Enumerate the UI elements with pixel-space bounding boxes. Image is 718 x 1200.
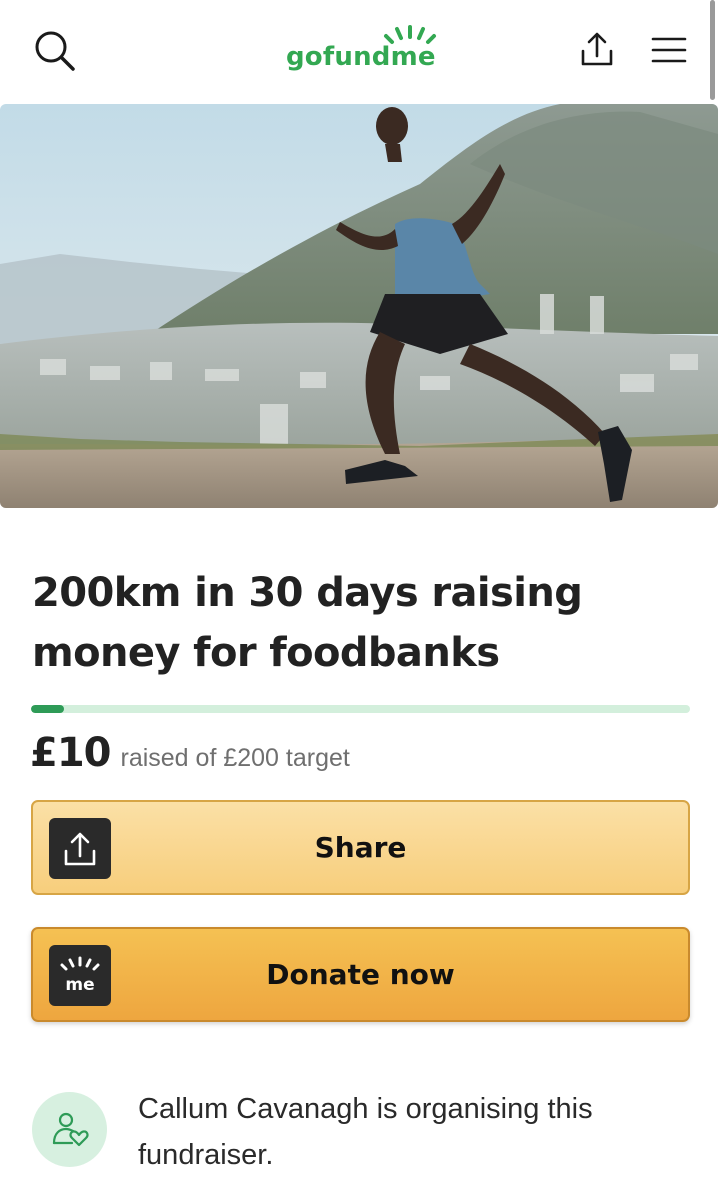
top-bar: gofundme: [0, 0, 718, 102]
share-icon: [581, 32, 613, 66]
share-button[interactable]: Share: [31, 800, 690, 895]
gofundme-me-icon: me: [60, 956, 100, 995]
organiser-info: Callum Cavanagh is organising this fundr…: [138, 1093, 593, 1171]
campaign-title: 200km in 30 days raising money for foodb…: [32, 570, 583, 676]
raised-amount: £10: [30, 730, 111, 776]
donate-button-icon-tile: me: [49, 945, 111, 1006]
gofundme-logo[interactable]: gofundme: [286, 24, 440, 76]
donate-now-button[interactable]: me Donate now: [31, 927, 690, 1022]
menu-button[interactable]: [648, 30, 690, 70]
raised-summary: £10 raised of £200 target: [30, 730, 350, 784]
person-heart-icon: [52, 1112, 89, 1146]
share-button-label: Share: [314, 831, 407, 864]
organiser-avatar: [32, 1092, 107, 1167]
search-button[interactable]: [30, 26, 80, 76]
share-button-icon-tile: [49, 818, 111, 879]
raised-target-text: raised of £200 target: [120, 744, 350, 772]
search-icon: [35, 31, 75, 71]
hero-photo: [0, 104, 718, 508]
campaign-hero-image: [0, 104, 718, 508]
donate-button-label: Donate now: [266, 958, 455, 991]
header-share-button[interactable]: [574, 26, 620, 72]
logo-wordmark: gofundme: [286, 42, 436, 72]
share-icon: [64, 832, 96, 865]
menu-icon: [651, 37, 687, 63]
fundraising-progress-bar: [31, 705, 690, 713]
me-icon-text: me: [65, 975, 94, 995]
progress-fill: [31, 705, 64, 713]
